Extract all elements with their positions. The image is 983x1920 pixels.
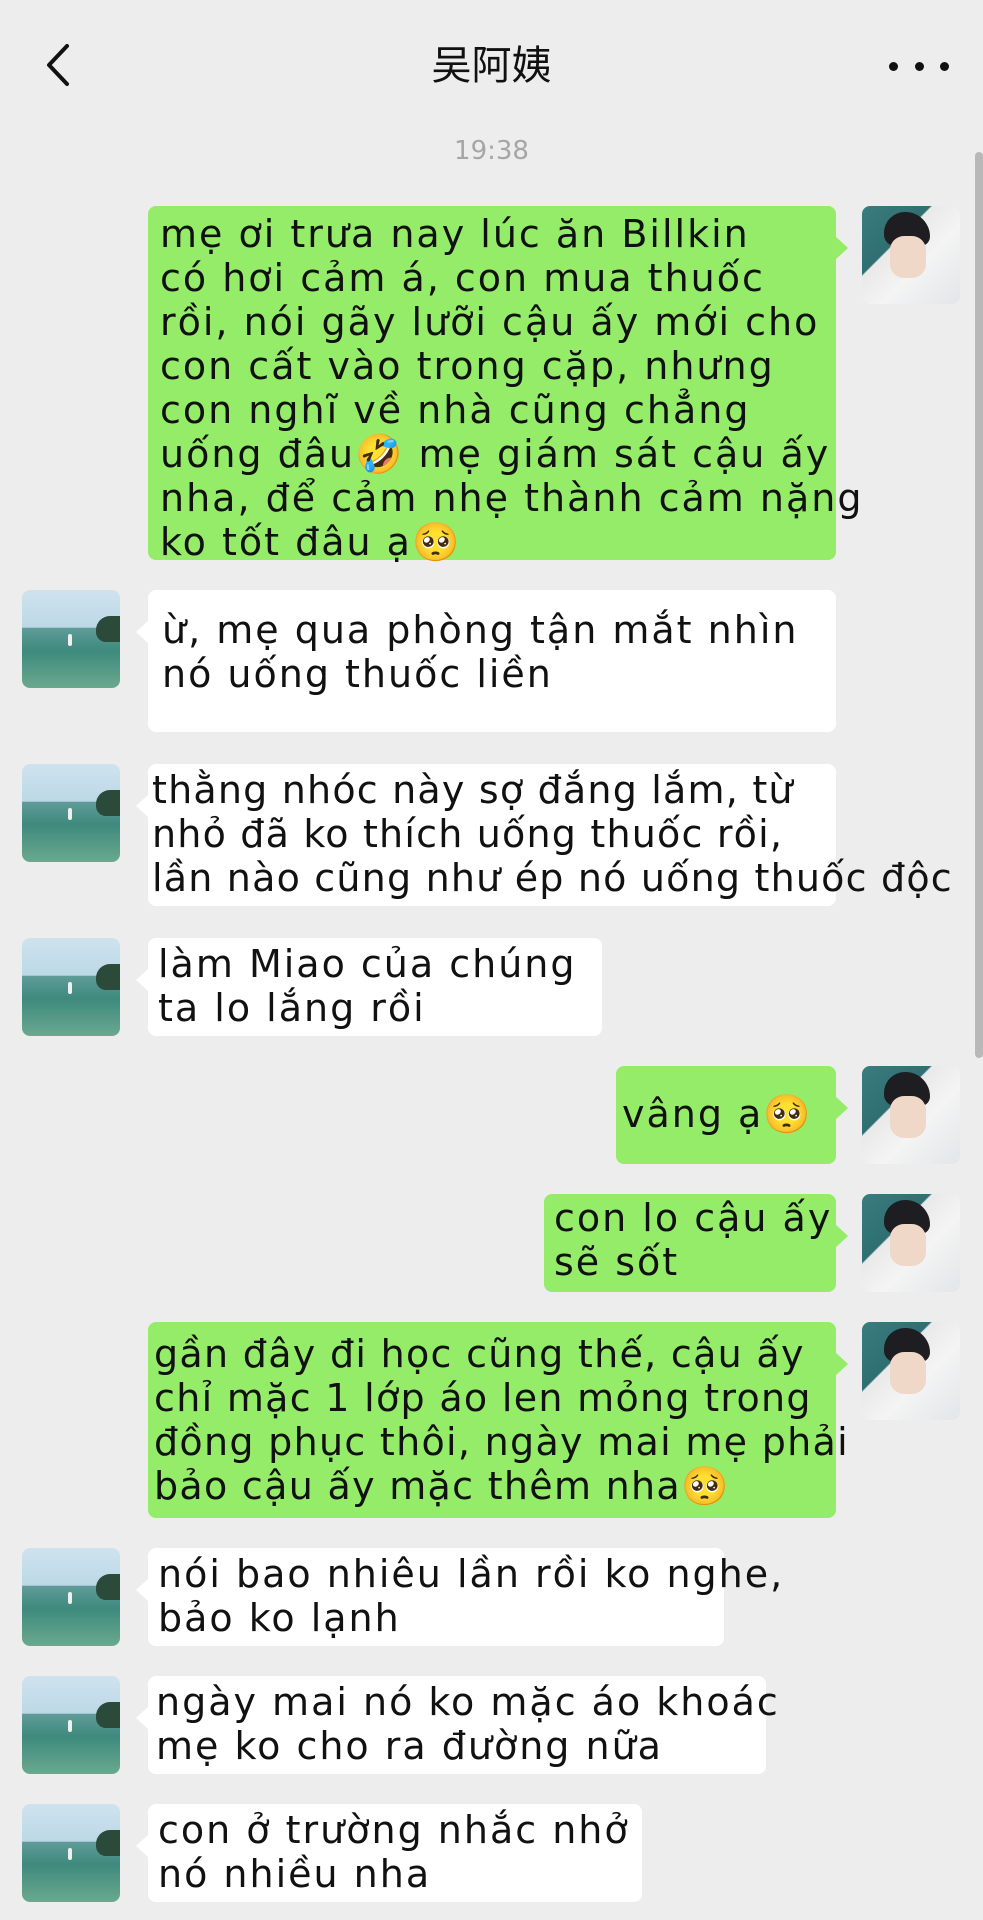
message-line: nó nhiều nha (158, 1852, 432, 1896)
chat-title: 吴阿姨 (431, 43, 552, 89)
message-line: làm Miao của chúng (158, 942, 577, 986)
message-line: có hơi cảm á, con mua thuốc (160, 256, 765, 300)
message-bubble-contact[interactable]: ừ, mẹ qua phòng tận mắt nhìn nó uống thu… (136, 590, 836, 732)
message-line: ngày mai nó ko mặc áo khoác (156, 1680, 780, 1724)
contact-avatar[interactable] (22, 1676, 120, 1774)
message-bubble-contact[interactable]: ngày mai nó ko mặc áo khoác mẹ ko cho ra… (136, 1676, 780, 1774)
message-line: mẹ ko cho ra đường nữa (156, 1724, 663, 1768)
contact-avatar[interactable] (22, 590, 120, 688)
message-bubble-contact[interactable]: thằng nhóc này sợ đắng lắm, từ nhỏ đã ko… (136, 764, 953, 906)
message-bubble-contact[interactable]: làm Miao của chúng ta lo lắng rồi (136, 938, 602, 1036)
self-avatar[interactable] (862, 1194, 960, 1292)
message-bubble-contact[interactable]: con ở trường nhắc nhở nó nhiều nha (136, 1804, 642, 1902)
message-line: vâng ạ🥺 (622, 1092, 813, 1136)
message-line: nói bao nhiêu lần rồi ko nghe, (158, 1552, 785, 1596)
message-line: nó uống thuốc liền (162, 652, 553, 696)
message-bubble-self[interactable]: vâng ạ🥺 (616, 1066, 848, 1164)
message-line: nhỏ đã ko thích uống thuốc rồi, (152, 812, 784, 856)
message-bubble-self[interactable]: con lo cậu ấy sẽ sốt (544, 1194, 848, 1292)
message-line: con ở trường nhắc nhở (158, 1808, 630, 1852)
self-avatar[interactable] (862, 1322, 960, 1420)
contact-avatar[interactable] (22, 1804, 120, 1902)
message-line: ừ, mẹ qua phòng tận mắt nhìn (162, 608, 799, 652)
contact-avatar[interactable] (22, 1548, 120, 1646)
message-line: con cất vào trong cặp, nhưng (160, 344, 775, 388)
contact-avatar[interactable] (22, 938, 120, 1036)
scrollbar[interactable] (975, 152, 983, 1058)
more-dots-icon[interactable] (889, 46, 949, 86)
message-line: con lo cậu ấy (554, 1196, 833, 1240)
message-line: con nghĩ về nhà cũng chẳng (160, 388, 751, 432)
message-line: nha, để cảm nhẹ thành cảm nặng (160, 476, 864, 520)
message-line: lần nào cũng như ép nó uống thuốc độc (152, 856, 953, 900)
message-line: mẹ ơi trưa nay lúc ăn Billkin (160, 212, 750, 256)
message-line: bảo cậu ấy mặc thêm nha🥺 (154, 1464, 730, 1508)
message-bubble-contact[interactable]: nói bao nhiêu lần rồi ko nghe, bảo ko lạ… (136, 1548, 785, 1646)
message-line: bảo ko lạnh (158, 1596, 401, 1640)
message-line: rồi, nói gãy lưỡi cậu ấy mới cho (160, 300, 820, 344)
message-line: đồng phục thôi, ngày mai mẹ phải (154, 1420, 849, 1464)
message-line: chỉ mặc 1 lớp áo len mỏng trong (154, 1376, 812, 1420)
message-line: ko tốt đâu ạ🥺 (160, 520, 462, 564)
self-avatar[interactable] (862, 206, 960, 304)
message-bubble-self[interactable]: mẹ ơi trưa nay lúc ăn Billkin có hơi cảm… (148, 206, 864, 564)
message-timestamp: 19:38 (454, 136, 529, 166)
message-line: gần đây đi học cũng thế, cậu ấy (154, 1332, 805, 1376)
top-bar: 吴阿姨 (0, 0, 983, 130)
contact-avatar[interactable] (22, 764, 120, 862)
message-line: sẽ sốt (554, 1240, 680, 1284)
self-avatar[interactable] (862, 1066, 960, 1164)
message-line: uống đâu🤣 mẹ giám sát cậu ấy (160, 432, 831, 476)
message-bubble-self[interactable]: gần đây đi học cũng thế, cậu ấy chỉ mặc … (148, 1322, 849, 1518)
message-line: ta lo lắng rồi (158, 986, 426, 1030)
message-line: thằng nhóc này sợ đắng lắm, từ (152, 768, 794, 812)
